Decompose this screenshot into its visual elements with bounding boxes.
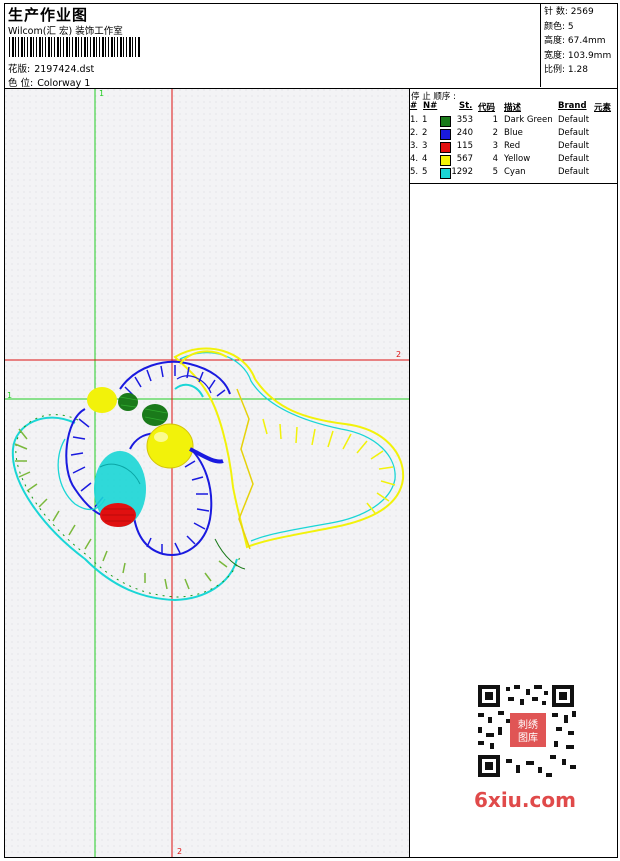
col-header-stitches: St.	[459, 101, 473, 111]
colorway-line: 色 位: Colorway 1	[8, 75, 90, 89]
guide-label-green-top: 1	[99, 89, 105, 98]
swatch-blue	[440, 129, 451, 140]
col-header-element: 元素	[594, 103, 612, 113]
stat-width: 宽度: 103.9mm	[544, 50, 612, 61]
eye-left	[118, 393, 138, 411]
nose-highlight	[154, 432, 168, 442]
stat-height: 高度: 67.4mm	[544, 36, 606, 46]
guide-label-red-bottom: 2	[177, 847, 183, 856]
color-sequence-panel: 停 止 顺序 : # N# St. 代码 描述 Brand 元素 1. 1 35…	[409, 89, 618, 184]
svg-text:图库: 图库	[518, 731, 538, 744]
qr-code-graphic: 刺绣 图库	[470, 681, 586, 781]
legend-row: 4. 4 567 4 Yellow Default	[410, 154, 590, 166]
guide-label-green-left: 1	[7, 391, 13, 400]
stat-stitches: 针 数: 2569	[544, 7, 594, 17]
qr-code: 刺绣 图库	[470, 681, 586, 781]
embroidery-drawing	[5, 89, 409, 857]
legend-row: 5. 5 1292 5 Cyan Default	[410, 167, 590, 179]
swatch-yellow	[440, 155, 451, 166]
studio-name: Wilcom(汇 宏) 装饰工作室	[8, 26, 123, 37]
nose	[146, 423, 194, 469]
legend-row: 2. 2 240 2 Blue Default	[410, 128, 590, 140]
design-preview: 1 1 2 2	[5, 89, 410, 857]
swatch-cyan	[440, 168, 451, 179]
legend-row: 1. 1 353 1 Dark Green Default	[410, 115, 590, 127]
col-header-code: 代码	[478, 103, 496, 113]
col-header-brand: Brand	[558, 101, 587, 111]
col-header-n: N#	[423, 101, 438, 111]
swatch-red	[440, 142, 451, 153]
svg-text:刺绣: 刺绣	[518, 718, 538, 731]
swatch-dark-green	[440, 116, 451, 127]
eye-left-yellow	[87, 387, 117, 413]
legend-row: 3. 3 115 3 Red Default	[410, 141, 590, 153]
watermark-site: 6xiu.com	[474, 788, 576, 812]
stat-colors: 颜色: 5	[544, 21, 574, 32]
guide-label-red-right: 2	[396, 350, 402, 359]
stats-panel: 针 数: 2569 颜色: 5 高度: 67.4mm 宽度: 103.9mm 比…	[540, 3, 618, 87]
design-file-line: 花版: 2197424.dst	[8, 61, 94, 75]
design-file-name: 2197424.dst	[34, 64, 95, 75]
sheet-title: 生产作业图	[8, 6, 89, 24]
design-label: 花版:	[8, 64, 31, 75]
eye-right	[142, 404, 168, 426]
col-header-index: #	[410, 101, 418, 111]
barcode	[9, 37, 141, 57]
stat-scale: 比例: 1.28	[544, 65, 588, 75]
col-header-description: 描述	[504, 103, 522, 113]
